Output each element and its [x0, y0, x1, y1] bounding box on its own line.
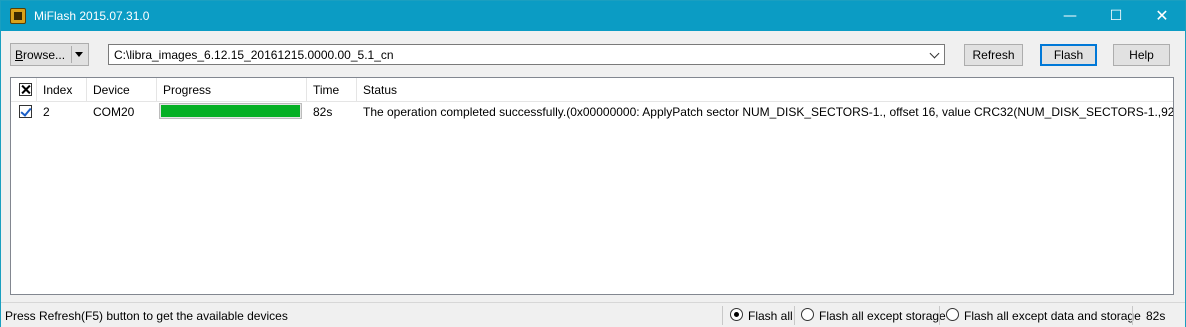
status-divider [1132, 306, 1133, 325]
miflash-window: MiFlash 2015.07.31.0 — ☐ ✕ Browse... C:\… [0, 0, 1186, 327]
device-list-header: Index Device Progress Time Status [11, 78, 1173, 102]
browse-split-divider [71, 46, 72, 63]
radio-flash-all-except-data-and-storage[interactable] [946, 308, 959, 321]
column-header-status[interactable]: Status [357, 78, 1173, 101]
browse-button[interactable]: Browse... [10, 43, 89, 66]
refresh-button[interactable]: Refresh [964, 44, 1023, 66]
flash-button[interactable]: Flash [1040, 44, 1097, 66]
maximize-button[interactable]: ☐ [1093, 1, 1139, 31]
browse-button-label: Browse... [15, 48, 66, 62]
elapsed-time: 82s [1146, 309, 1166, 323]
image-path-combobox[interactable]: C:\libra_images_6.12.15_20161215.0000.00… [108, 44, 945, 65]
table-row[interactable]: 2 COM20 82s The operation completed succ… [11, 102, 1173, 122]
device-list[interactable]: Index Device Progress Time Status 2 COM2… [10, 77, 1174, 295]
status-bar: Press Refresh(F5) button to get the avai… [1, 302, 1185, 327]
row-device: COM20 [93, 105, 135, 119]
row-status: The operation completed successfully.(0x… [363, 105, 1173, 119]
select-all-checkbox[interactable] [19, 83, 32, 96]
help-button[interactable]: Help [1113, 44, 1170, 66]
status-message: Press Refresh(F5) button to get the avai… [5, 309, 288, 323]
row-checkbox[interactable] [19, 105, 32, 118]
header-select-all[interactable] [11, 78, 37, 101]
window-title: MiFlash 2015.07.31.0 [34, 9, 150, 23]
column-header-progress[interactable]: Progress [157, 78, 307, 101]
radio-flash-all-except-data-and-storage-label[interactable]: Flash all except data and storage [964, 309, 1141, 323]
close-button[interactable]: ✕ [1139, 1, 1185, 31]
radio-flash-all-except-storage[interactable] [801, 308, 814, 321]
column-header-device[interactable]: Device [87, 78, 157, 101]
column-header-index[interactable]: Index [37, 78, 87, 101]
radio-flash-all[interactable] [730, 308, 743, 321]
radio-flash-all-except-storage-label[interactable]: Flash all except storage [819, 309, 946, 323]
status-divider [794, 306, 795, 325]
status-divider [722, 306, 723, 325]
row-index: 2 [43, 105, 50, 119]
title-bar[interactable]: MiFlash 2015.07.31.0 — ☐ ✕ [1, 1, 1185, 31]
minimize-button[interactable]: — [1047, 1, 1093, 31]
image-path-value: C:\libra_images_6.12.15_20161215.0000.00… [114, 48, 394, 62]
status-divider [939, 306, 940, 325]
radio-flash-all-label[interactable]: Flash all [748, 309, 793, 323]
column-header-time[interactable]: Time [307, 78, 357, 101]
row-progress-fill [161, 105, 300, 117]
row-time: 82s [313, 105, 333, 119]
row-progress-bar [159, 103, 302, 119]
miflash-app-icon [10, 8, 26, 24]
chevron-down-icon[interactable] [929, 48, 940, 59]
dropdown-arrow-icon[interactable] [75, 52, 83, 57]
